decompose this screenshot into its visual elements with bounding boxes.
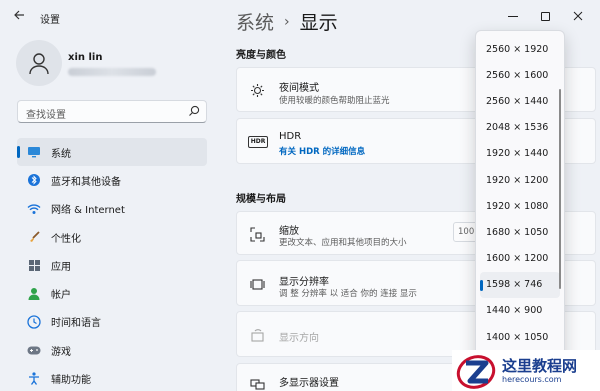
sidebar-item-accounts[interactable]: 帐户 xyxy=(17,279,207,307)
resolution-option[interactable]: 1600 × 1200 xyxy=(476,246,564,272)
globe-clock-icon xyxy=(27,315,41,329)
breadcrumb: 系统 › 显示 xyxy=(236,8,338,35)
sidebar-item-gaming[interactable]: 游戏 xyxy=(17,336,207,364)
account-icon xyxy=(27,287,41,301)
bluetooth-icon xyxy=(27,173,41,187)
resolution-option[interactable]: 2048 × 1536 xyxy=(476,115,564,141)
sidebar-item-label: 时间和语言 xyxy=(51,318,101,330)
search-input[interactable]: 查找设置 xyxy=(17,100,207,123)
minimize-button[interactable] xyxy=(502,6,524,26)
hdr-title: HDR xyxy=(279,131,302,142)
resolution-dropdown[interactable]: 2560 × 1920 2560 × 1600 2560 × 1440 2048… xyxy=(475,30,565,391)
multi-display-title: 多显示器设置 xyxy=(279,378,339,389)
resolution-subtitle: 调 整 分辨率 以 适合 你的 连接 显示 xyxy=(279,289,417,299)
sidebar-nav: 系统 蓝牙和其他设备 网络 & Internet 个性化 应用 帐户 时间和语言 xyxy=(17,138,207,391)
sidebar-item-label: 游戏 xyxy=(51,346,71,358)
hdr-info-link[interactable]: 有关 HDR 的详细信息 xyxy=(279,145,365,157)
gamepad-icon xyxy=(27,343,41,357)
scale-icon xyxy=(249,226,265,242)
resolution-option[interactable]: 1400 × 1050 xyxy=(476,324,564,350)
sidebar-item-personalization[interactable]: 个性化 xyxy=(17,223,207,251)
window-title: 设置 xyxy=(40,15,60,26)
resolution-option[interactable]: 1920 × 1080 xyxy=(476,193,564,219)
breadcrumb-parent[interactable]: 系统 xyxy=(236,8,274,35)
resolution-option[interactable]: 1920 × 1200 xyxy=(476,167,564,193)
resolution-option[interactable]: 2560 × 1920 xyxy=(476,36,564,62)
watermark: 这里教程网 herecours.com xyxy=(452,350,600,391)
person-icon xyxy=(29,53,49,75)
sidebar-item-label: 系统 xyxy=(51,148,71,160)
accessibility-icon xyxy=(27,372,41,386)
sidebar-item-label: 个性化 xyxy=(51,233,81,245)
sidebar-item-bluetooth[interactable]: 蓝牙和其他设备 xyxy=(17,166,207,194)
close-icon xyxy=(573,11,583,21)
brush-icon xyxy=(27,230,41,244)
watermark-text: 这里教程网 herecours.com xyxy=(502,356,578,384)
watermark-logo-icon xyxy=(456,354,496,389)
resolution-option[interactable]: 2560 × 1440 xyxy=(476,88,564,114)
wifi-icon xyxy=(27,202,41,216)
watermark-title: 这里教程网 xyxy=(502,356,578,375)
section-title-layout: 规模与布局 xyxy=(236,194,286,205)
scale-value: 100 xyxy=(458,227,475,237)
sidebar-item-system[interactable]: 系统 xyxy=(17,138,207,167)
sidebar-item-label: 帐户 xyxy=(51,290,71,302)
sidebar-item-accessibility[interactable]: 辅助功能 xyxy=(17,364,207,391)
sidebar-item-label: 辅助功能 xyxy=(51,375,91,387)
sidebar-item-apps[interactable]: 应用 xyxy=(17,251,207,279)
apps-icon xyxy=(27,258,41,272)
scale-subtitle: 更改文本、应用和其他项目的大小 xyxy=(279,238,407,248)
search-placeholder: 查找设置 xyxy=(26,110,66,121)
back-arrow-icon xyxy=(14,10,24,20)
minimize-icon xyxy=(508,15,518,17)
night-light-title: 夜间模式 xyxy=(279,83,319,94)
resolution-option[interactable]: 1920 × 1440 xyxy=(476,141,564,167)
resolution-option[interactable]: 1680 × 1050 xyxy=(476,219,564,245)
sidebar-item-network[interactable]: 网络 & Internet xyxy=(17,195,207,223)
maximize-icon xyxy=(540,11,550,21)
back-button[interactable] xyxy=(10,8,28,26)
resolution-title: 显示分辨率 xyxy=(279,277,329,288)
dropdown-scrollbar[interactable] xyxy=(559,89,561,289)
sidebar-item-label: 网络 & Internet xyxy=(51,205,125,217)
resolution-option[interactable]: 1440 × 900 xyxy=(476,298,564,324)
settings-window: 设置 xin lin 查找设置 系统 蓝牙和其他设备 网络 & Internet xyxy=(0,0,600,391)
resolution-option-selected[interactable]: 1598 × 746 xyxy=(480,271,560,298)
multi-monitor-icon xyxy=(249,376,265,391)
search-icon xyxy=(189,105,200,116)
hdr-icon-text: HDR xyxy=(247,136,269,148)
orientation-title: 显示方向 xyxy=(279,333,319,344)
night-light-subtitle: 使用较暖的颜色帮助阻止蓝光 xyxy=(279,96,390,106)
page-title: 显示 xyxy=(299,12,338,34)
avatar xyxy=(16,40,62,86)
scale-title: 缩放 xyxy=(279,226,299,237)
maximize-button[interactable] xyxy=(534,6,556,26)
brightness-icon xyxy=(249,82,265,98)
monitor-icon xyxy=(27,145,41,159)
section-title-brightness: 亮度与颜色 xyxy=(236,50,286,61)
resolution-icon xyxy=(249,276,265,292)
hdr-icon: HDR xyxy=(247,134,269,150)
sidebar-item-time-language[interactable]: 时间和语言 xyxy=(17,308,207,336)
sidebar-item-label: 蓝牙和其他设备 xyxy=(51,176,121,188)
chevron-right-icon: › xyxy=(284,13,290,30)
resolution-option[interactable]: 2560 × 1600 xyxy=(476,62,564,88)
close-button[interactable] xyxy=(567,6,589,26)
watermark-url: herecours.com xyxy=(502,374,562,384)
user-email-redacted xyxy=(68,68,156,76)
sidebar-item-label: 应用 xyxy=(51,261,71,273)
user-name: xin lin xyxy=(68,52,103,63)
rotate-icon xyxy=(249,327,265,343)
